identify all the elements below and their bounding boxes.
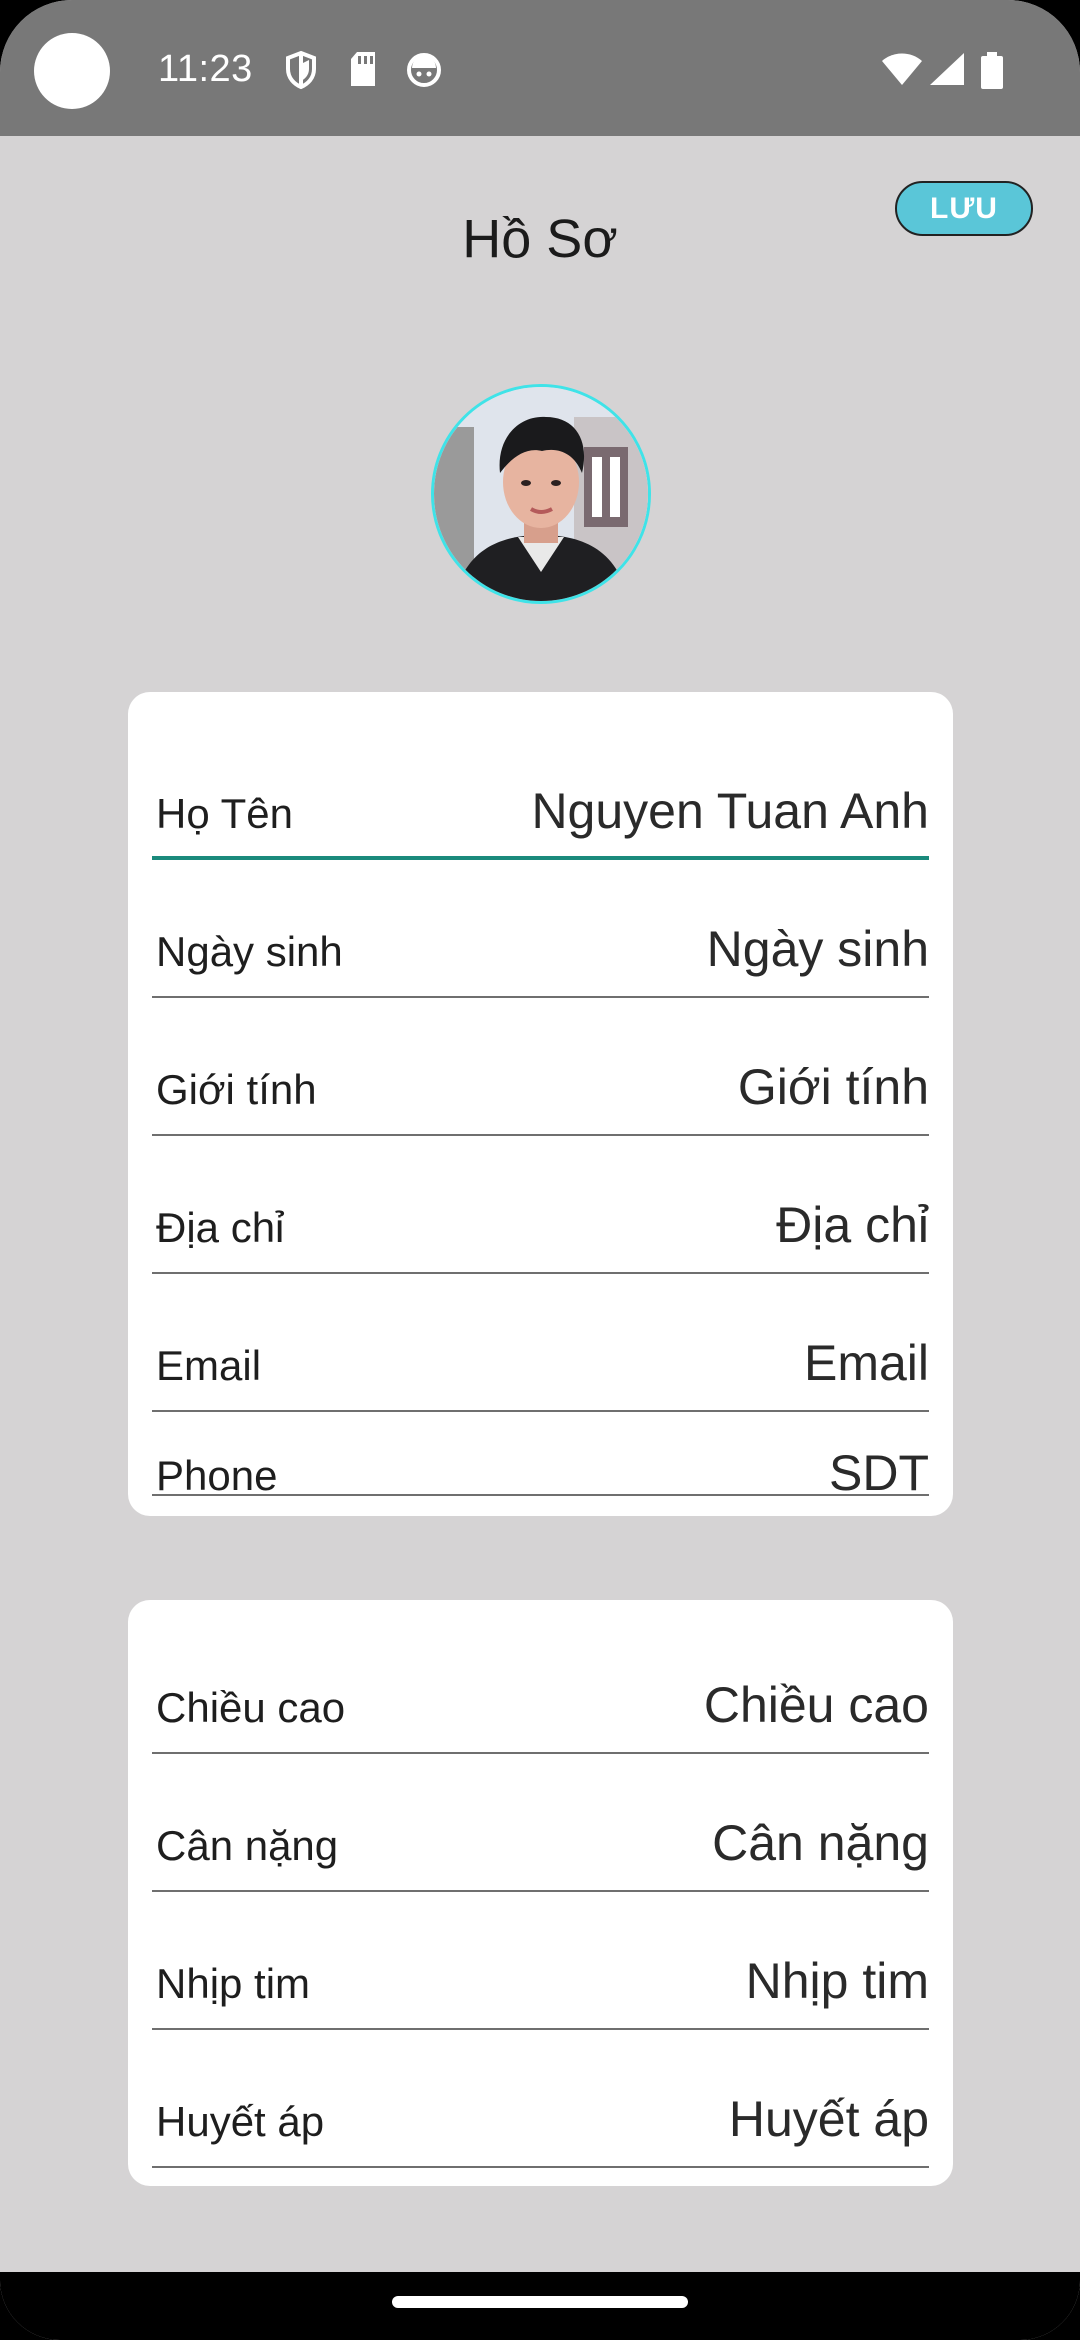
field-phone[interactable]: Phone SDT xyxy=(152,1406,929,1522)
field-label: Phone xyxy=(156,1452,278,1499)
robot-icon xyxy=(407,53,441,87)
field-label: Chiều cao xyxy=(156,1684,346,1731)
profile-photo xyxy=(434,387,648,601)
field-birth-date[interactable]: Ngày sinh Ngày sinh xyxy=(152,860,929,998)
health-info-card: Chiều cao Chiều cao Cân nặng Cân nặng Nh… xyxy=(128,1600,953,2186)
home-indicator[interactable] xyxy=(392,2296,688,2308)
input-underline xyxy=(152,2166,929,2168)
weight-input[interactable]: Cân nặng xyxy=(712,1814,929,1872)
field-full-name[interactable]: Họ Tên Nguyen Tuan Anh xyxy=(152,722,929,860)
birth-date-input[interactable]: Ngày sinh xyxy=(707,920,929,978)
status-bar: 11:23 xyxy=(0,0,1080,136)
field-weight[interactable]: Cân nặng Cân nặng xyxy=(152,1754,929,1892)
field-label: Nhịp tim xyxy=(156,1960,311,2007)
address-input[interactable]: Địa chỉ xyxy=(776,1196,929,1254)
field-label: Giới tính xyxy=(156,1066,317,1113)
avatar[interactable] xyxy=(431,384,651,604)
blood-pressure-input[interactable]: Huyết áp xyxy=(729,2090,929,2148)
field-label: Địa chỉ xyxy=(156,1204,285,1251)
wifi-icon xyxy=(882,53,922,85)
input-underline xyxy=(152,1494,929,1496)
email-input[interactable]: Email xyxy=(804,1334,929,1392)
field-label: Huyết áp xyxy=(156,2098,325,2145)
heart-rate-input[interactable]: Nhịp tim xyxy=(746,1952,929,2010)
sd-card-icon xyxy=(351,52,375,86)
field-label: Cân nặng xyxy=(156,1822,339,1869)
shield-icon xyxy=(286,50,316,90)
full-name-input[interactable]: Nguyen Tuan Anh xyxy=(531,782,929,840)
app-screen: 11:23 Hồ Sơ LƯU Họ Tên Nguyen Tuan Anh N… xyxy=(0,0,1080,2340)
personal-info-card: Họ Tên Nguyen Tuan Anh Ngày sinh Ngày si… xyxy=(128,692,953,1516)
status-time: 11:23 xyxy=(158,48,253,90)
field-blood-pressure[interactable]: Huyết áp Huyết áp xyxy=(152,2030,929,2168)
save-button[interactable]: LƯU xyxy=(895,181,1033,236)
field-label: Email xyxy=(156,1342,262,1389)
field-height[interactable]: Chiều cao Chiều cao xyxy=(152,1616,929,1754)
field-heart-rate[interactable]: Nhịp tim Nhịp tim xyxy=(152,1892,929,2030)
gender-input[interactable]: Giới tính xyxy=(738,1058,929,1116)
field-gender[interactable]: Giới tính Giới tính xyxy=(152,998,929,1136)
battery-icon xyxy=(981,52,1003,89)
field-label: Họ Tên xyxy=(156,790,293,837)
field-address[interactable]: Địa chỉ Địa chỉ xyxy=(152,1136,929,1274)
signal-icon xyxy=(930,53,964,85)
camera-cutout xyxy=(34,33,110,109)
field-email[interactable]: Email Email xyxy=(152,1274,929,1412)
height-input[interactable]: Chiều cao xyxy=(704,1676,929,1734)
field-label: Ngày sinh xyxy=(156,928,343,975)
